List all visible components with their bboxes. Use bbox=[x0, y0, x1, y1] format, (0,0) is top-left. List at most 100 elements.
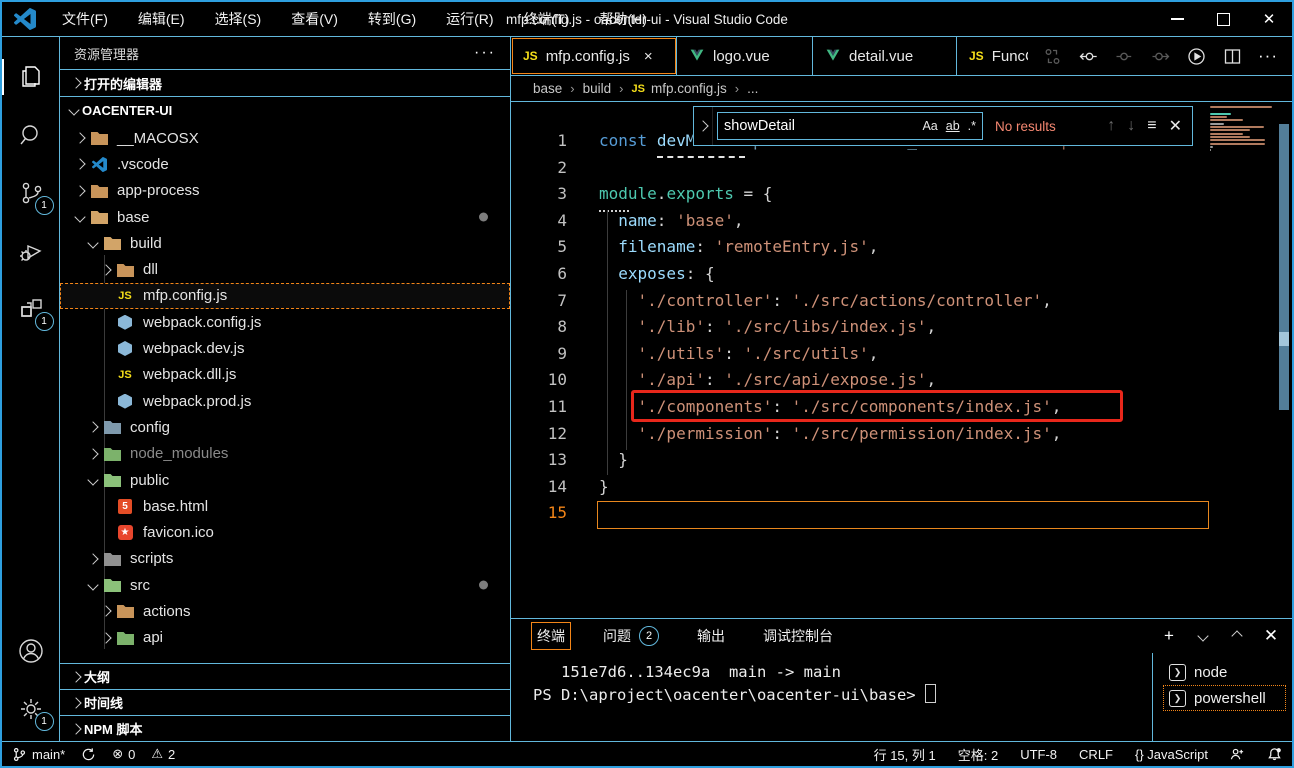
code-line-12[interactable]: 12 './permission': './src/permission/ind… bbox=[511, 421, 1292, 448]
code-line-2[interactable]: 2 bbox=[511, 155, 1292, 182]
workspace-section-header[interactable]: OACENTER-UI bbox=[60, 97, 510, 123]
menu-item[interactable]: 查看(V) bbox=[279, 5, 350, 33]
menu-item[interactable]: 文件(F) bbox=[50, 5, 120, 33]
open-changes-button[interactable] bbox=[1042, 46, 1062, 66]
timeline-section[interactable]: 时间线 bbox=[60, 689, 510, 715]
tree-item-webpack.prod.js[interactable]: webpack.prod.js bbox=[60, 388, 510, 414]
panel-tab-输出[interactable]: 输出 bbox=[691, 622, 731, 650]
maximize-button[interactable] bbox=[1200, 2, 1246, 36]
tree-item-actions[interactable]: actions bbox=[60, 598, 510, 624]
tree-item-base[interactable]: base bbox=[60, 204, 510, 230]
tree-item-base.html[interactable]: 5base.html bbox=[60, 493, 510, 519]
menu-item[interactable]: 运行(R) bbox=[434, 5, 505, 33]
notifications-bell-button[interactable] bbox=[1267, 747, 1282, 762]
tab-mfp.config.js[interactable]: JSmfp.config.js× bbox=[511, 37, 677, 75]
code-editor[interactable]: 1const devMode = process.env.NODE_ENV ==… bbox=[511, 102, 1292, 618]
find-toggle-button[interactable] bbox=[694, 107, 713, 145]
tab-FuncCod[interactable]: JSFuncCod bbox=[957, 37, 1028, 75]
terminal-instance-node[interactable]: ❯node bbox=[1163, 659, 1286, 685]
tab-logo.vue[interactable]: logo.vue bbox=[677, 37, 813, 75]
tree-item-scripts[interactable]: scripts bbox=[60, 546, 510, 572]
tree-item-public[interactable]: public bbox=[60, 467, 510, 493]
code-line-5[interactable]: 5 filename: 'remoteEntry.js', bbox=[511, 234, 1292, 261]
status-item[interactable]: {} JavaScript bbox=[1135, 747, 1208, 762]
status-warn[interactable]: ⚠2 bbox=[151, 746, 175, 762]
activity-account-button[interactable] bbox=[8, 625, 54, 677]
tree-item-app-process[interactable]: app-process bbox=[60, 178, 510, 204]
activity-search-button[interactable] bbox=[8, 109, 54, 161]
tree-item-dll[interactable]: dll bbox=[60, 256, 510, 282]
status-sync[interactable] bbox=[81, 747, 96, 762]
outline-section[interactable]: 大纲 bbox=[60, 663, 510, 689]
previous-change-button[interactable] bbox=[1078, 46, 1098, 66]
activity-source-control-button[interactable]: 1 bbox=[8, 167, 54, 219]
tab-close-icon[interactable]: × bbox=[644, 48, 653, 65]
whole-word-button[interactable]: ab bbox=[946, 119, 960, 133]
breadcrumb-item[interactable]: base bbox=[533, 81, 562, 96]
scrollbar-thumb[interactable] bbox=[1279, 332, 1289, 346]
find-previous-button[interactable]: ↑ bbox=[1107, 117, 1115, 135]
tree-item-config[interactable]: config bbox=[60, 414, 510, 440]
status-item[interactable]: 行 15, 列 1 bbox=[874, 745, 936, 764]
editor-scrollbar[interactable] bbox=[1279, 124, 1289, 410]
tree-item-src[interactable]: src bbox=[60, 572, 510, 598]
tree-item-webpack.config.js[interactable]: webpack.config.js bbox=[60, 309, 510, 335]
terminal-output[interactable]: 151e7d6..134ec9a main -> mainPS D:\aproj… bbox=[511, 653, 1152, 741]
code-line-13[interactable]: 13 } bbox=[511, 447, 1292, 474]
panel-tab-问题[interactable]: 问题2 bbox=[597, 622, 665, 650]
run-debug-button[interactable] bbox=[1186, 46, 1206, 66]
find-in-selection-button[interactable]: ≡ bbox=[1147, 117, 1156, 135]
tree-item-mfp.config.js[interactable]: JSmfp.config.js bbox=[60, 283, 510, 309]
minimize-button[interactable] bbox=[1154, 2, 1200, 36]
new-terminal-button[interactable]: + bbox=[1160, 627, 1178, 645]
code-line-8[interactable]: 8 './lib': './src/libs/index.js', bbox=[511, 314, 1292, 341]
more-actions-button[interactable]: ··· bbox=[1258, 46, 1278, 66]
tree-item-api[interactable]: api bbox=[60, 625, 510, 651]
status-item[interactable]: UTF-8 bbox=[1020, 747, 1057, 762]
accounts-status-button[interactable] bbox=[1230, 747, 1245, 762]
panel-tab-调试控制台[interactable]: 调试控制台 bbox=[757, 622, 839, 650]
tree-item-webpack.dll.js[interactable]: JSwebpack.dll.js bbox=[60, 362, 510, 388]
code-line-6[interactable]: 6 exposes: { bbox=[511, 261, 1292, 288]
tree-item-__MACOSX[interactable]: __MACOSX bbox=[60, 125, 510, 151]
minimap[interactable] bbox=[1210, 106, 1274, 156]
menu-item[interactable]: 选择(S) bbox=[203, 5, 274, 33]
activity-settings-button[interactable]: 1 bbox=[8, 683, 54, 735]
tree-item-.vscode[interactable]: .vscode bbox=[60, 151, 510, 177]
close-button[interactable]: ✕ bbox=[1246, 2, 1292, 36]
breadcrumb-item[interactable]: ... bbox=[747, 81, 758, 96]
status-error[interactable]: ⊗0 bbox=[112, 746, 135, 762]
tree-item-node_modules[interactable]: node_modules bbox=[60, 441, 510, 467]
tree-item-favicon.ico[interactable]: ★favicon.ico bbox=[60, 519, 510, 545]
menu-item[interactable]: 编辑(E) bbox=[126, 5, 197, 33]
activity-run-debug-button[interactable] bbox=[8, 225, 54, 277]
terminal-dropdown-button[interactable] bbox=[1194, 627, 1212, 645]
close-panel-button[interactable]: ✕ bbox=[1262, 627, 1280, 645]
status-item[interactable]: 空格: 2 bbox=[958, 745, 998, 764]
next-change-button[interactable] bbox=[1150, 46, 1170, 66]
code-line-14[interactable]: 14} bbox=[511, 474, 1292, 501]
npm-scripts-section[interactable]: NPM 脚本 bbox=[60, 715, 510, 741]
activity-extensions-button[interactable]: 1 bbox=[8, 283, 54, 335]
menu-item[interactable]: 转到(G) bbox=[356, 5, 428, 33]
find-next-button[interactable]: ↓ bbox=[1127, 117, 1135, 135]
open-editors-section[interactable]: 打开的编辑器 bbox=[60, 69, 510, 97]
terminal-instance-powershell[interactable]: ❯powershell bbox=[1163, 685, 1286, 711]
activity-explorer-button[interactable] bbox=[8, 51, 54, 103]
split-editor-button[interactable] bbox=[1222, 46, 1242, 66]
code-line-3[interactable]: 3module.exports = { bbox=[511, 181, 1292, 208]
find-input[interactable]: showDetail Aa ab .* bbox=[717, 112, 983, 140]
tree-item-build[interactable]: build bbox=[60, 230, 510, 256]
find-close-button[interactable]: ✕ bbox=[1169, 116, 1182, 136]
code-line-7[interactable]: 7 './controller': './src/actions/control… bbox=[511, 288, 1292, 315]
tree-item-webpack.dev.js[interactable]: webpack.dev.js bbox=[60, 335, 510, 361]
code-line-9[interactable]: 9 './utils': './src/utils', bbox=[511, 341, 1292, 368]
tab-detail.vue[interactable]: detail.vue bbox=[813, 37, 957, 75]
current-change-button[interactable] bbox=[1114, 46, 1134, 66]
match-case-button[interactable]: Aa bbox=[922, 119, 937, 133]
breadcrumb-item[interactable]: JSmfp.config.js bbox=[632, 81, 727, 96]
explorer-more-actions-button[interactable]: ··· bbox=[474, 44, 496, 62]
maximize-panel-button[interactable] bbox=[1228, 627, 1246, 645]
status-branch[interactable]: main* bbox=[12, 747, 65, 762]
regex-button[interactable]: .* bbox=[968, 119, 976, 133]
